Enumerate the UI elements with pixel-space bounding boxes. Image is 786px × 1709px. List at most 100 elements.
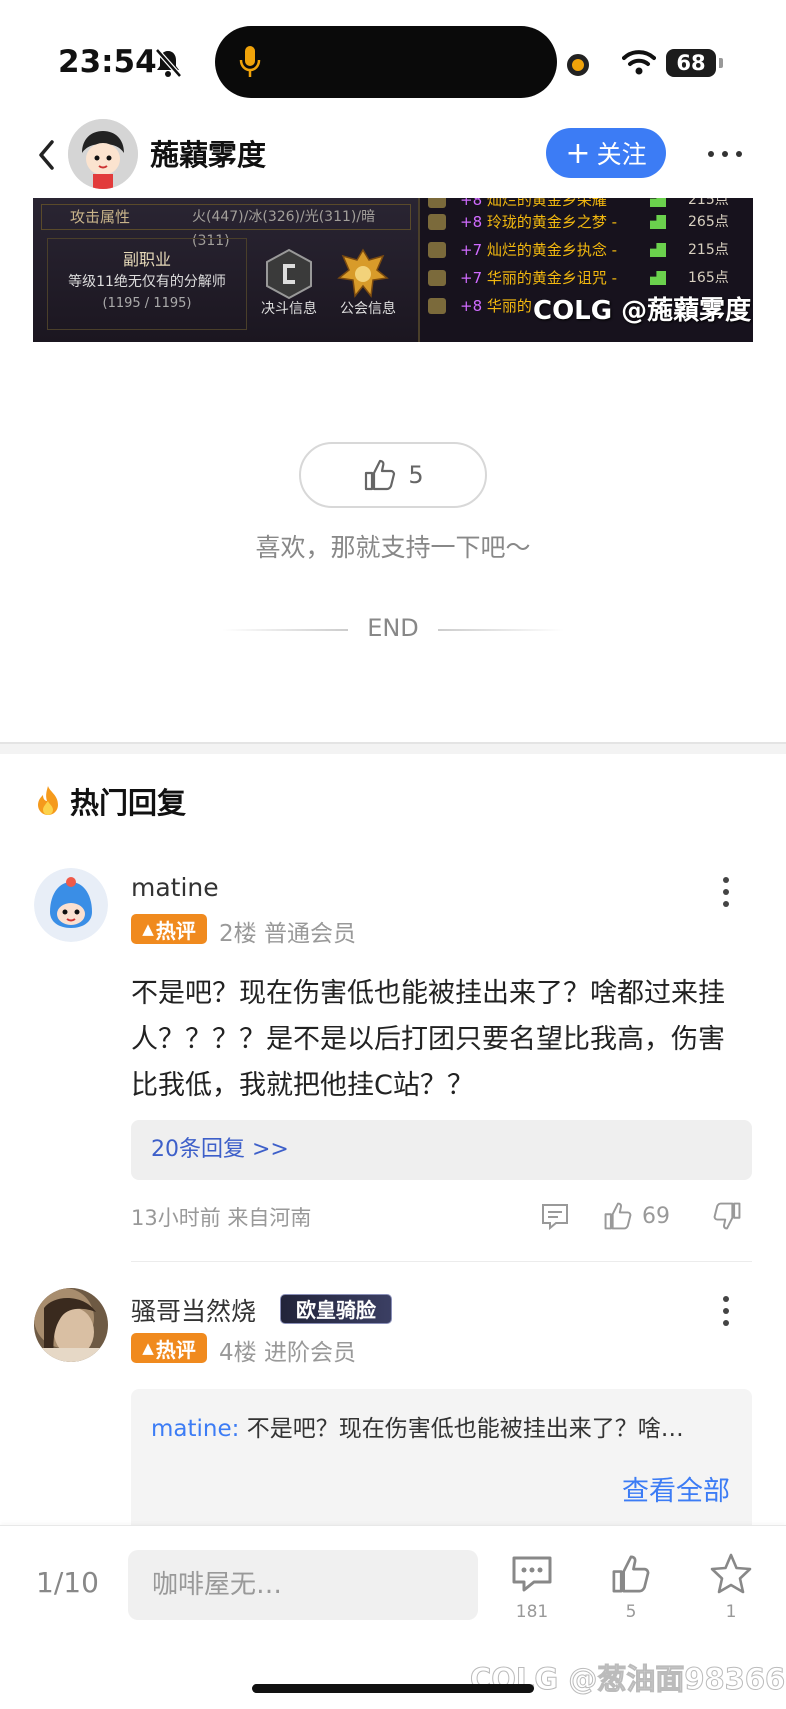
- item-icon: [428, 298, 446, 314]
- item-name: +7 灿烂的黄金乡执念 -: [460, 236, 617, 264]
- attack-label: 攻击属性: [70, 208, 131, 226]
- like-button[interactable]: 5: [299, 442, 487, 508]
- item-icon: [428, 214, 446, 230]
- status-bar: 23:54 68: [0, 0, 786, 120]
- flag-icon: [650, 271, 666, 285]
- item-name: +8 玲珑的黄金乡之梦 -: [460, 208, 617, 236]
- comment-icon: [542, 1204, 568, 1231]
- comment-separator: [131, 1261, 752, 1262]
- item-icon: [428, 270, 446, 286]
- end-label: END: [367, 614, 419, 642]
- fire-icon: ▲: [142, 1339, 154, 1357]
- sub-job-title: 副职业: [122, 250, 171, 269]
- microphone-icon: [239, 46, 261, 77]
- more-options-icon[interactable]: [722, 1296, 730, 1326]
- item-icon: [428, 198, 446, 208]
- avatar[interactable]: [34, 1288, 108, 1362]
- item-plus: +7: [460, 269, 483, 287]
- item-name-text: 华丽的黄金乡诅咒 -: [486, 269, 618, 287]
- sub-job-desc: 等级11绝无仅有的分解师: [68, 274, 226, 290]
- dynamic-island: [215, 26, 557, 98]
- favorite-button[interactable]: 1: [701, 1552, 761, 1622]
- item-points: 215点: [688, 242, 729, 258]
- more-options-icon[interactable]: [708, 139, 742, 169]
- wifi-icon: [622, 50, 656, 75]
- comment-meta: 4楼 进阶会员: [219, 1340, 356, 1366]
- more-options-icon[interactable]: [722, 877, 730, 907]
- cartoon-face-icon: [68, 119, 138, 189]
- sub-job-progress: (1195 / 1195): [102, 296, 192, 311]
- quoted-reply[interactable]: matine: 不是吧？现在伤害低也能被挂出来了？啥… 查看全部: [131, 1389, 752, 1529]
- home-indicator[interactable]: [252, 1684, 534, 1693]
- quote-text: matine: 不是吧？现在伤害低也能被挂出来了？啥…: [151, 1409, 736, 1443]
- comment-author[interactable]: 骚哥当然烧: [131, 1292, 256, 1328]
- thumbs-up-icon: [365, 459, 396, 491]
- flag-icon: [650, 243, 666, 257]
- comment-meta: 2楼 普通会员: [219, 921, 356, 947]
- author-name[interactable]: 葹蘔雺度: [150, 132, 266, 174]
- comment-text: 不是吧？现在伤害低也能被挂出来了？啥都过来挂人？？？？是不是以后打团只要名望比我…: [131, 978, 725, 1101]
- item-name-text: 玲珑的黄金乡之梦 -: [486, 213, 618, 231]
- page-indicator[interactable]: 1/10: [36, 1566, 99, 1599]
- bell-muted-icon: [155, 48, 182, 78]
- back-chevron-icon[interactable]: [36, 139, 56, 171]
- end-divider-right: [438, 629, 564, 631]
- thumbs-down-icon: [713, 1202, 741, 1230]
- item-points: 265点: [688, 214, 729, 230]
- thumbs-up-icon: [612, 1555, 650, 1593]
- comment-input[interactable]: 咖啡屋无…: [128, 1550, 478, 1620]
- flag-icon: [650, 198, 666, 207]
- see-all-link[interactable]: 查看全部: [622, 1469, 730, 1508]
- likes-count: 5: [625, 1602, 637, 1622]
- flag-icon: [650, 215, 666, 229]
- hot-replies-title: 热门回复: [34, 780, 186, 822]
- section-divider: [0, 742, 786, 754]
- item-name: +8 华丽的: [460, 292, 532, 320]
- hot-badge-label: 热评: [155, 918, 196, 943]
- like-hint: 喜欢，那就支持一下吧～: [255, 533, 531, 562]
- equipment-row: +7 灿烂的黄金乡执念 - 215点: [420, 236, 753, 264]
- post-image[interactable]: 攻击属性 火(447)/冰(326)/光(311)/暗(311) 副职业 等级1…: [33, 198, 753, 342]
- item-plus: +8: [460, 297, 483, 315]
- post-header: 葹蘔雺度 + 关注: [0, 115, 786, 195]
- star-icon: [710, 1553, 752, 1594]
- quote-author[interactable]: matine:: [151, 1416, 239, 1442]
- item-name-text: 灿烂的黄金乡执念 -: [486, 241, 618, 259]
- item-name: +7 华丽的黄金乡诅咒 -: [460, 264, 617, 292]
- photo-avatar-icon: [34, 1288, 108, 1362]
- avatar[interactable]: [34, 868, 108, 942]
- follow-button[interactable]: + 关注: [546, 128, 666, 178]
- item-plus: +7: [460, 241, 483, 259]
- image-watermark: COLG @葹蘔雺度: [533, 296, 752, 326]
- comment-like-button[interactable]: 69: [602, 1200, 670, 1232]
- like-post-button[interactable]: 5: [601, 1552, 661, 1622]
- view-replies-link[interactable]: 20条回复 >>: [131, 1120, 752, 1180]
- equipment-row: +7 华丽的黄金乡诅咒 - 165点: [420, 264, 753, 292]
- comment-author[interactable]: matine: [131, 873, 219, 902]
- follow-label: 关注: [596, 140, 647, 169]
- recording-indicator: [567, 54, 589, 76]
- hot-comment-badge: ▲ 热评: [131, 1333, 207, 1363]
- fire-icon: ▲: [142, 920, 154, 938]
- dislike-button[interactable]: [711, 1200, 743, 1232]
- comments-button[interactable]: 181: [502, 1552, 562, 1622]
- blue-mascot-icon: [34, 868, 108, 942]
- guild-emblem-icon: [337, 248, 389, 298]
- item-plus: +8: [460, 213, 483, 231]
- comment-bubble-icon: [512, 1556, 552, 1592]
- bottom-bar: 1/10 咖啡屋无… 181 5 1 COLG @葱油面98366: [0, 1525, 786, 1709]
- character-panel: 攻击属性 火(447)/冰(326)/光(311)/暗(311) 副职业 等级1…: [33, 198, 418, 342]
- status-time: 23:54: [58, 44, 157, 80]
- hot-badge-label: 热评: [155, 1337, 196, 1362]
- item-name-text: 华丽的: [486, 297, 532, 315]
- quote-content: 不是吧？现在伤害低也能被挂出来了？啥…: [246, 1416, 684, 1442]
- end-marker: END: [0, 614, 786, 644]
- reply-button[interactable]: [539, 1200, 571, 1232]
- comment-time: 13小时前 来自河南: [131, 1206, 312, 1230]
- author-avatar[interactable]: [68, 119, 138, 189]
- hot-replies-label: 热门回复: [70, 786, 187, 820]
- sub-job-panel: 副职业 等级11绝无仅有的分解师 (1195 / 1195): [47, 238, 247, 330]
- like-count: 5: [408, 461, 424, 489]
- comment-like-count: 69: [642, 1203, 670, 1229]
- attack-attribute-row: 攻击属性 火(447)/冰(326)/光(311)/暗(311): [41, 204, 411, 249]
